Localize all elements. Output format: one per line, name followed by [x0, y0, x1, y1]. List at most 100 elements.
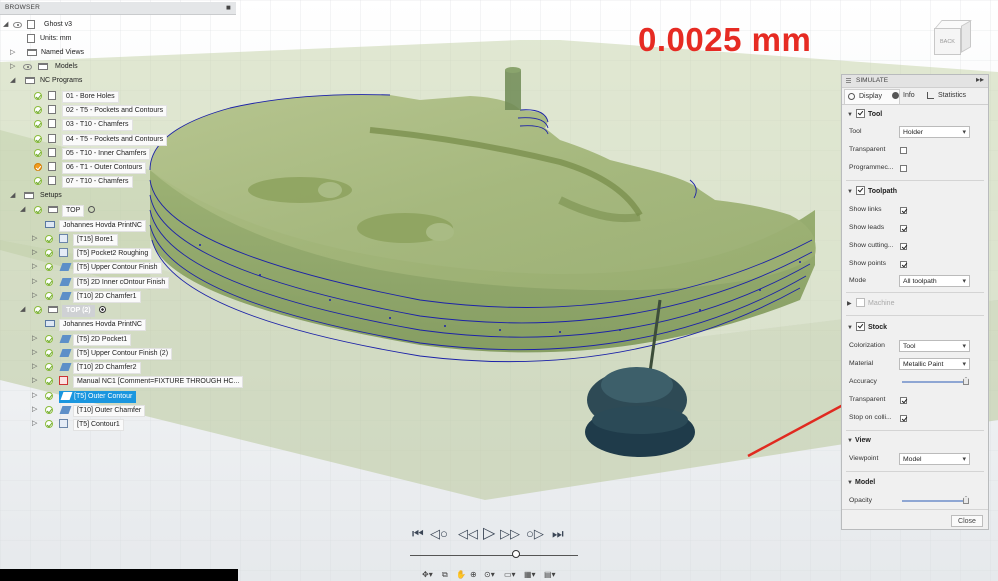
expand-icon[interactable]: ▷	[32, 418, 37, 430]
colorization-select[interactable]: Tool	[899, 340, 970, 353]
activate-setup-icon[interactable]	[88, 206, 95, 213]
nc-program-item[interactable]: 07 - T10 - Chamfers	[0, 175, 236, 188]
display-settings-icon[interactable]: ▭▾	[504, 570, 516, 579]
expand-icon[interactable]: ◢	[10, 75, 15, 87]
show-points-checkbox[interactable]	[900, 261, 907, 268]
machine-section-checkbox[interactable]	[856, 298, 865, 308]
nc-program-item[interactable]: 04 - T5 - Pockets and Contours	[0, 133, 236, 146]
viewpoint-select[interactable]: Model	[899, 453, 970, 466]
expand-icon[interactable]: ▷	[32, 247, 37, 259]
stock-transparent-checkbox[interactable]	[900, 397, 907, 404]
active-setup-icon[interactable]	[99, 306, 106, 313]
nc-program-item[interactable]: 06 - T1 - Outer Contours	[0, 161, 236, 174]
expand-icon[interactable]: ▷	[32, 347, 37, 359]
zoom-icon[interactable]: ⊕	[470, 570, 477, 579]
tree-nc-programs[interactable]: ◢ NC Programs	[0, 75, 236, 87]
setup-machine[interactable]: Johannes Hovda PrintNC	[0, 219, 236, 232]
operation-item[interactable]: ▷ [T5] 2D Inner cOntour Finish	[0, 276, 236, 289]
expand-icon[interactable]: ▷	[32, 361, 37, 373]
expand-icon[interactable]: ▷	[32, 290, 37, 302]
opacity-slider-thumb[interactable]	[963, 496, 969, 504]
tool-transparent-checkbox[interactable]	[900, 147, 907, 154]
operation-item[interactable]: ▷ [T15] Bore1	[0, 233, 236, 246]
skip-start-icon[interactable]: ⏮	[412, 527, 424, 541]
operation-item[interactable]: ▷ [T10] Outer Chamfer	[0, 404, 236, 417]
mode-select[interactable]: All toolpath	[899, 275, 970, 288]
fast-forward-icon[interactable]: ▷▷	[500, 527, 520, 541]
expand-icon[interactable]: ◢	[3, 19, 8, 31]
tool-select[interactable]: Holder	[899, 126, 970, 139]
nc-program-item[interactable]: 05 - T10 - Inner Chamfers	[0, 147, 236, 160]
operation-item[interactable]: ▷ Manual NC1 [Comment=FIXTURE THROUGH HC…	[0, 375, 244, 388]
opacity-slider[interactable]	[902, 500, 966, 502]
expand-icon[interactable]: ◢	[20, 304, 25, 316]
skip-end-icon[interactable]: ⏭	[552, 527, 564, 541]
fit-icon[interactable]: ⊙▾	[484, 570, 495, 579]
expand-icon[interactable]: ▷	[32, 375, 37, 387]
operation-item[interactable]: ▷ [T5] Contour1	[0, 418, 236, 431]
material-select[interactable]: Metallic Paint	[899, 358, 970, 371]
expand-icon[interactable]: ▷	[32, 261, 37, 273]
step-forward-icon[interactable]: ○▷	[526, 527, 544, 541]
section-stock[interactable]: ▼ Stock	[847, 322, 887, 334]
nc-program-item[interactable]: 02 - T5 - Pockets and Contours	[0, 104, 236, 117]
setup-top-2[interactable]: ◢ TOP (2)	[0, 304, 236, 317]
section-tool[interactable]: ▼ Tool	[847, 109, 882, 121]
expand-panel-icon[interactable]: ▸▸	[976, 75, 984, 84]
play-icon[interactable]: ▷	[483, 525, 495, 543]
expand-icon[interactable]: ▷	[32, 233, 37, 245]
operation-item[interactable]: ▷ [T5] 2D Pocket1	[0, 333, 236, 346]
nc-program-item[interactable]: 01 - Bore Holes	[0, 90, 236, 103]
tab-statistics[interactable]: Statistics	[924, 89, 988, 103]
grid-icon[interactable]: ▦▾	[524, 570, 536, 579]
nc-program-item[interactable]: 03 - T10 - Chamfers	[0, 118, 236, 131]
expand-icon[interactable]: ▷	[32, 333, 37, 345]
collapse-arrow-icon[interactable]: ▼	[847, 435, 855, 447]
simulate-header[interactable]: SIMULATE ▸▸	[842, 75, 988, 88]
operation-item[interactable]: ▷ [T5] Pocket2 Roughing	[0, 247, 236, 260]
viewcube-side[interactable]	[961, 20, 971, 53]
orbit-icon[interactable]: ✥▾	[422, 570, 433, 579]
operation-item[interactable]: ▷ [T10] 2D Chamfer1	[0, 290, 236, 303]
stop-on-collision-checkbox[interactable]	[900, 415, 907, 422]
accuracy-slider[interactable]	[902, 381, 966, 383]
tree-models[interactable]: ▷ Models	[0, 61, 236, 73]
operation-item[interactable]: ▷ [T10] 2D Chamfer2	[0, 361, 236, 374]
show-leads-checkbox[interactable]	[900, 225, 907, 232]
setup-machine[interactable]: Johannes Hovda PrintNC	[0, 318, 236, 331]
collapse-arrow-icon[interactable]: ▼	[847, 186, 855, 198]
tree-root[interactable]: ◢ Ghost v3	[0, 19, 236, 31]
operation-item[interactable]: ▷ [T5] Upper Contour Finish (2)	[0, 347, 236, 360]
step-back-icon[interactable]: ◁○	[430, 527, 448, 541]
collapse-arrow-icon[interactable]: ▼	[847, 109, 855, 121]
timeline-track[interactable]	[410, 555, 578, 556]
eye-icon[interactable]	[23, 64, 32, 70]
expand-icon[interactable]: ▷	[32, 404, 37, 416]
accuracy-slider-thumb[interactable]	[963, 377, 969, 385]
programmed-checkbox[interactable]	[900, 165, 907, 172]
expand-icon[interactable]: ▷	[10, 61, 15, 73]
section-model[interactable]: ▼ Model	[847, 477, 875, 489]
expand-icon[interactable]: ◢	[10, 190, 15, 202]
tree-setups[interactable]: ◢ Setups	[0, 190, 236, 202]
toolpath-section-checkbox[interactable]	[856, 186, 865, 196]
expand-icon[interactable]: ▷	[10, 47, 15, 59]
collapse-arrow-icon[interactable]: ▼	[847, 322, 855, 334]
tool-section-checkbox[interactable]	[856, 109, 865, 119]
show-links-checkbox[interactable]	[900, 207, 907, 214]
viewcube-front[interactable]: BACK	[934, 28, 961, 55]
setup-top[interactable]: ◢ TOP	[0, 204, 236, 217]
expand-icon[interactable]: ◢	[20, 204, 25, 216]
viewports-icon[interactable]: ▤▾	[544, 570, 556, 579]
tree-named-views[interactable]: ▷ Named Views	[0, 47, 236, 59]
collapse-arrow-icon[interactable]: ▼	[847, 477, 855, 489]
expand-arrow-icon[interactable]: ▶	[847, 298, 855, 310]
section-machine[interactable]: ▶ Machine	[847, 298, 894, 310]
operation-item[interactable]: ▷ [T5] Outer Contour	[0, 390, 236, 403]
tree-units[interactable]: Units: mm	[0, 33, 236, 45]
look-at-icon[interactable]: ⧉	[442, 570, 448, 580]
viewcube[interactable]: BACK	[928, 16, 980, 68]
expand-icon[interactable]: ▷	[32, 276, 37, 288]
rewind-icon[interactable]: ◁◁	[458, 527, 478, 541]
drag-handle-icon[interactable]	[846, 78, 851, 84]
